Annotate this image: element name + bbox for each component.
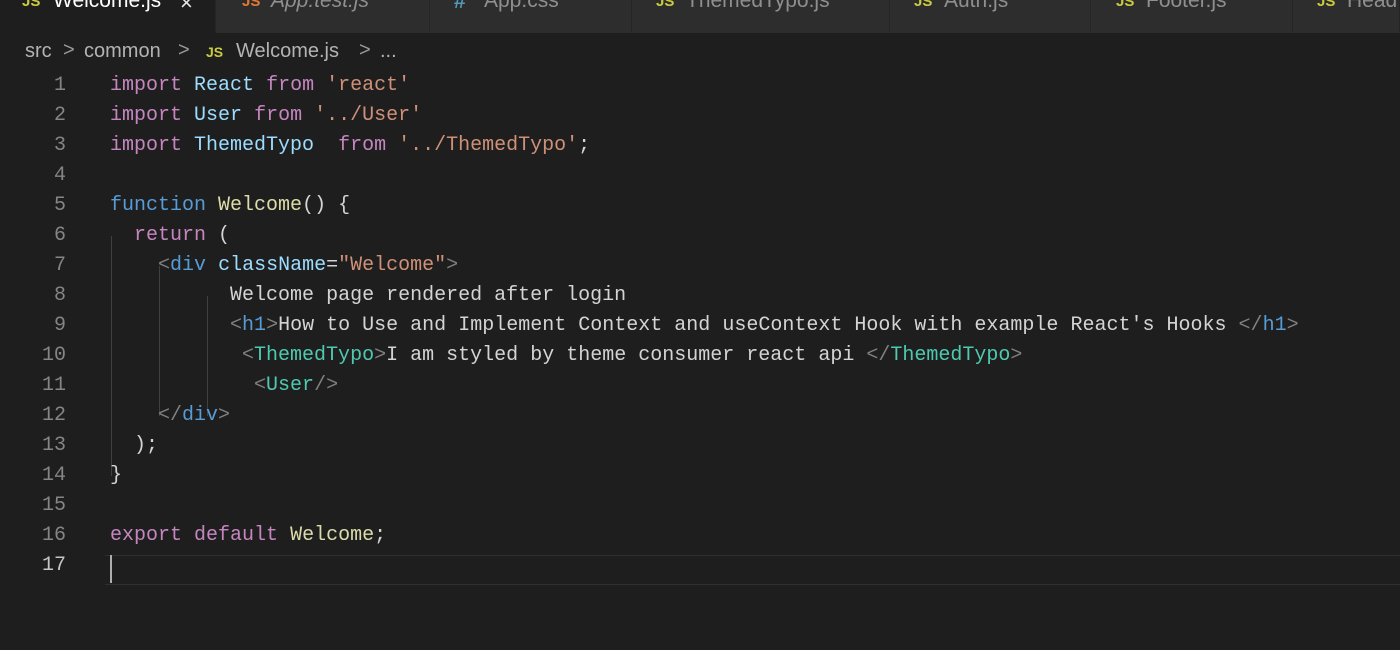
code-line[interactable]: import User from '../User' [110,101,422,131]
tab-label: ThemedTypo.js [686,0,830,12]
breadcrumb: src > common > JS Welcome.js > ... [0,33,1400,71]
tab-header-js[interactable]: JS Head [1293,0,1400,33]
tab-app-css[interactable]: # App.css [430,0,632,33]
tab-label: Auth.js [944,0,1009,12]
code-line[interactable]: <ThemedTypo>I am styled by theme consume… [110,341,1022,371]
breadcrumb-item-symbols[interactable]: ... [380,40,397,63]
breadcrumb-chevron-icon: > [359,39,371,61]
javascript-file-icon: JS [1317,0,1336,10]
tab-themedtypo-js[interactable]: JS ThemedTypo.js [632,0,890,33]
tab-auth-js[interactable]: JS Auth.js [890,0,1091,33]
line-number: 11 [41,374,66,397]
javascript-file-icon: JS [206,44,224,60]
line-number: 15 [41,494,66,517]
code-line[interactable]: ); [110,431,158,461]
line-number: 14 [41,464,66,487]
line-number: 2 [53,104,66,127]
line-number: 3 [53,134,66,157]
line-number: 13 [41,434,66,457]
code-line[interactable]: return ( [110,221,230,251]
text-cursor [110,555,112,583]
tab-app-test-js[interactable]: JS App.test.js [216,0,430,33]
tab-label: Footer.js [1146,0,1227,12]
line-number: 4 [53,164,66,187]
line-number: 12 [41,404,66,427]
line-number: 8 [53,284,66,307]
javascript-file-icon: JS [1116,0,1135,10]
line-number: 7 [53,254,66,277]
code-line[interactable]: } [110,461,122,491]
tab-label: Welcome.js [53,0,162,12]
code-line[interactable]: import React from 'react' [110,71,410,101]
tab-footer-js[interactable]: JS Footer.js [1091,0,1293,33]
code-line[interactable]: <User/> [110,371,338,401]
breadcrumb-chevron-icon: > [178,39,190,61]
code-line[interactable]: import ThemedTypo from '../ThemedTypo'; [110,131,590,161]
tab-welcome-js[interactable]: JS Welcome.js × [0,0,216,33]
breadcrumb-item-common[interactable]: common [84,40,161,63]
css-file-icon: # [454,0,466,13]
breadcrumb-item-src[interactable]: src [25,40,52,63]
line-number: 9 [53,314,66,337]
code-line[interactable]: <div className="Welcome"> [110,251,458,281]
code-line[interactable]: </div> [110,401,230,431]
tab-label: App.css [484,0,559,12]
editor-tab-bar: JS Welcome.js × JS App.test.js # App.css… [0,0,1400,33]
javascript-file-icon: JS [914,0,933,10]
line-number: 6 [53,224,66,247]
code-line[interactable]: <h1>How to Use and Implement Context and… [110,311,1299,341]
tab-label: App.test.js [271,0,370,12]
javascript-test-file-icon: JS [242,0,261,10]
close-icon[interactable]: × [180,0,193,16]
breadcrumb-item-file[interactable]: Welcome.js [236,40,339,63]
line-number: 17 [41,554,66,577]
line-number: 5 [53,194,66,217]
line-number: 1 [53,74,66,97]
code-line[interactable]: function Welcome() { [110,191,350,221]
javascript-file-icon: JS [656,0,675,10]
javascript-file-icon: JS [22,0,41,10]
code-line[interactable]: export default Welcome; [110,521,386,551]
tab-label: Head [1347,0,1398,12]
current-line-highlight [105,555,1400,585]
code-line[interactable]: Welcome page rendered after login [110,281,626,311]
line-number: 16 [41,524,66,547]
line-number: 10 [41,344,66,367]
breadcrumb-chevron-icon: > [63,39,75,61]
code-editor[interactable]: 1 2 3 4 5 6 7 8 9 10 11 12 13 14 15 16 17 import React f… [0,71,1400,650]
